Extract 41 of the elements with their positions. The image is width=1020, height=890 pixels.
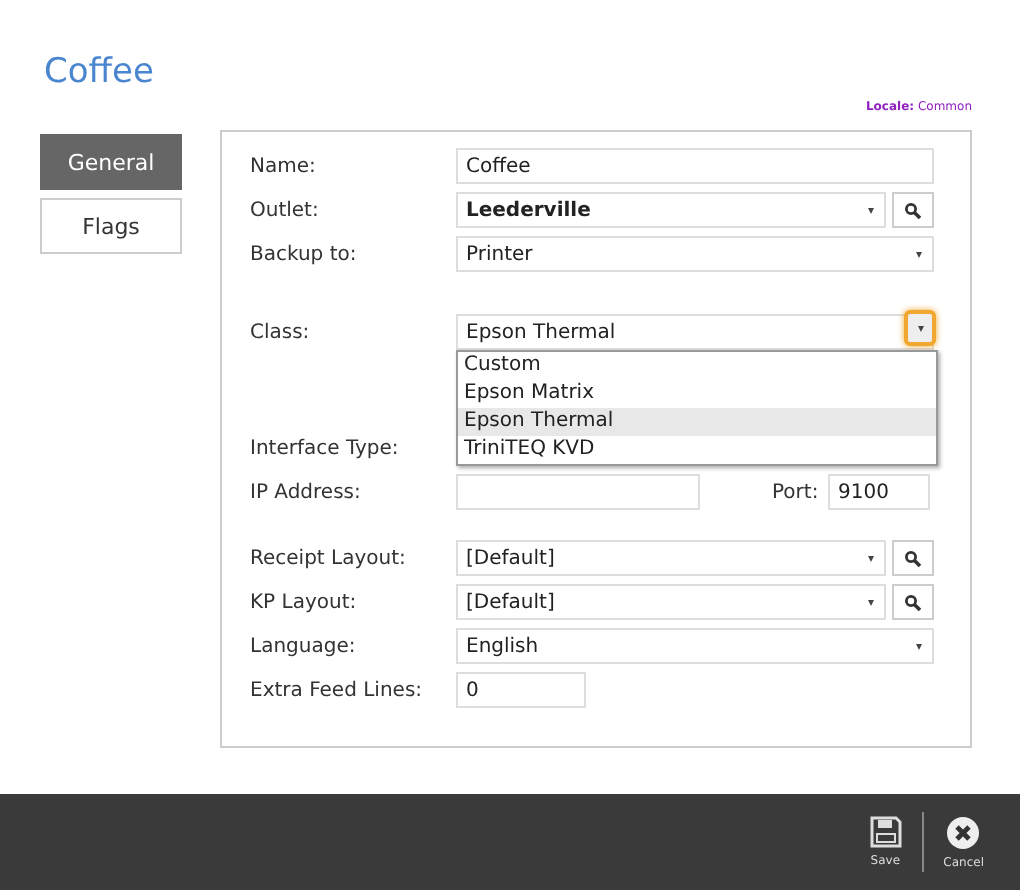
tab[interactable]: General [40,134,182,190]
search-icon [904,201,922,219]
select-field[interactable]: Epson Thermal [456,314,934,350]
dropdown-option[interactable]: Custom [458,352,936,380]
field-label: Interface Type: [250,437,401,459]
port-field[interactable]: 9100 [828,474,930,510]
caret-icon [868,600,874,606]
field-label: KP Layout: [250,591,359,613]
tab[interactable]: Flags [40,198,182,254]
search-button[interactable] [892,192,934,228]
search-button[interactable] [892,540,934,576]
search-icon [904,593,922,611]
dropdown-option[interactable]: Epson Matrix [458,380,936,408]
search-button[interactable] [892,584,934,620]
field-label: Extra Feed Lines: [250,679,425,701]
dropdown-option[interactable]: TriniTEQ KVD [458,436,936,464]
field-label: Language: [250,635,358,657]
caret-icon [868,208,874,214]
field-label: Name: [250,155,318,177]
field-label: Outlet: [250,199,321,221]
search-icon [904,549,922,567]
dropdown-option[interactable]: Epson Thermal [458,408,936,436]
ip-field[interactable] [456,474,700,510]
select-field[interactable]: [Default] [456,584,886,620]
caret-icon [917,325,923,331]
field-label: Receipt Layout: [250,547,408,569]
text-field[interactable]: Coffee [456,148,934,184]
caret-icon [916,644,922,650]
page-title: Coffee [44,52,156,92]
caret-icon [868,556,874,562]
text-field[interactable]: 0 [456,672,586,708]
field-label: Class: [250,321,312,343]
field-label: IP Address: [250,481,363,503]
field-label: Backup to: [250,243,359,265]
close-icon [946,815,981,849]
port-label: Port: [772,481,821,503]
select-field[interactable]: [Default] [456,540,886,576]
select-field[interactable]: Leederville [456,192,886,228]
caret-icon [916,252,922,258]
select-field[interactable]: Printer [456,236,934,272]
select-field[interactable]: English [456,628,934,664]
